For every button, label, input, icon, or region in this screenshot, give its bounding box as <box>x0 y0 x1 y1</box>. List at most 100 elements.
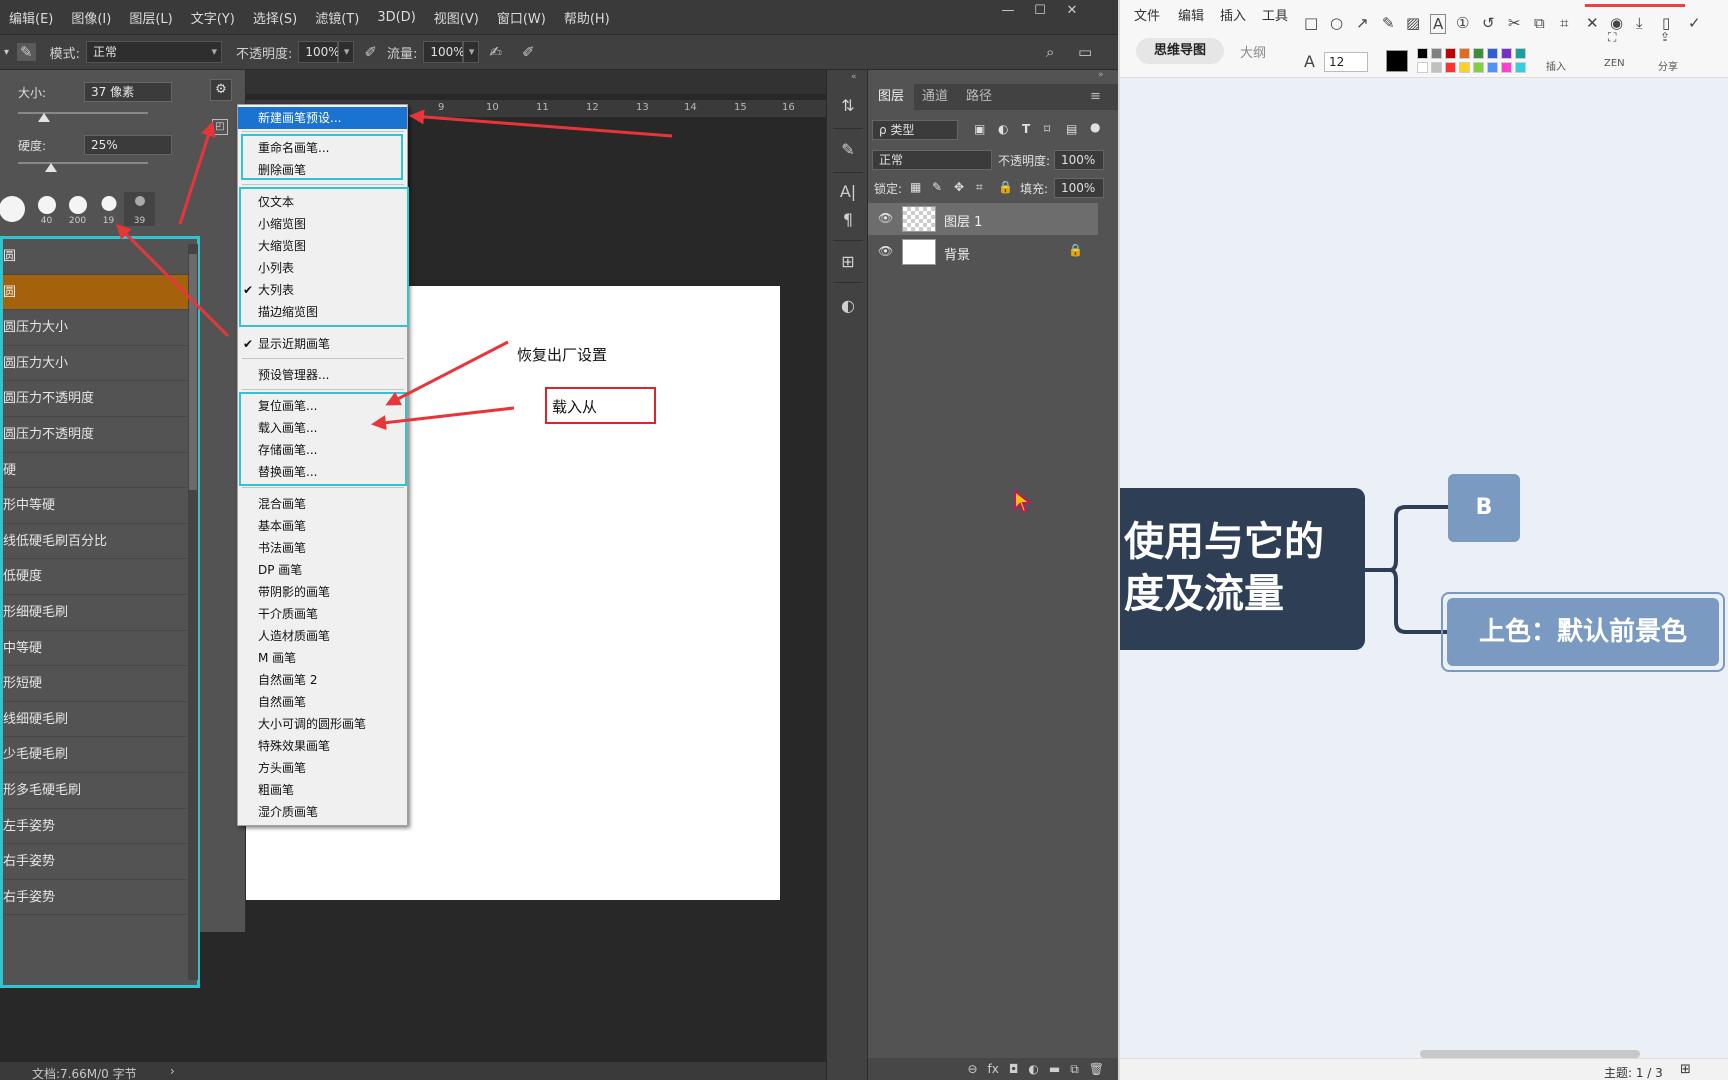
pressure-size-icon[interactable]: ✐ <box>522 43 535 61</box>
menu-library-item[interactable]: 粗画笔 <box>238 779 407 801</box>
menu-view[interactable]: 视图(V) <box>425 8 488 27</box>
brush-item[interactable]: 右手姿势 <box>3 880 197 916</box>
brush-thumb[interactable]: 19 <box>93 192 124 226</box>
filter-adjust-icon[interactable]: ◐ <box>998 122 1008 136</box>
group-icon[interactable]: ▬ <box>1049 1062 1060 1076</box>
menu-library-item[interactable]: 方头画笔 <box>238 757 407 779</box>
trash-icon[interactable]: 🗑 <box>1089 1062 1104 1076</box>
size-input[interactable]: 37 像素 <box>84 82 172 102</box>
tab-layers[interactable]: 图层 <box>868 84 915 110</box>
menu-edit[interactable]: 编辑(E) <box>0 8 62 27</box>
maximize-button[interactable]: ☐ <box>1024 0 1056 22</box>
filter-pixel-icon[interactable]: ▣ <box>974 122 985 136</box>
brush-thumb[interactable]: 200 <box>62 192 93 226</box>
flow-input[interactable]: 100% <box>423 41 465 63</box>
brush-item[interactable]: 低硬度 <box>3 559 197 595</box>
new-layer-icon[interactable]: ⧉ <box>1070 1062 1079 1077</box>
lock-all-icon[interactable]: 🔒 <box>998 180 1013 194</box>
opacity-input[interactable]: 100% <box>298 41 340 63</box>
mask-icon[interactable]: ◘ <box>1009 1062 1019 1076</box>
filter-smart-icon[interactable]: ▤ <box>1066 122 1077 136</box>
menu-library-item[interactable]: 带阴影的画笔 <box>238 581 407 603</box>
menu-library-item[interactable]: 干介质画笔 <box>238 603 407 625</box>
airbrush-icon[interactable]: ✍ <box>489 43 502 61</box>
brush-item[interactable]: 圆 <box>3 239 197 275</box>
brush-item[interactable]: 硬 <box>3 453 197 489</box>
lock-position-icon[interactable]: ✥ <box>954 180 964 194</box>
hardness-slider-thumb[interactable] <box>44 163 57 172</box>
menu-library-item[interactable]: 自然画笔 2 <box>238 669 407 691</box>
menu-window[interactable]: 窗口(W) <box>488 8 555 27</box>
menu-library-item[interactable]: 湿介质画笔 <box>238 801 407 823</box>
brush-thumb[interactable] <box>0 192 31 226</box>
tab-channels[interactable]: 通道 <box>912 84 958 110</box>
layer-row[interactable]: 👁 图层 1 <box>868 203 1098 235</box>
brush-item[interactable]: 左手姿势 <box>3 809 197 845</box>
status-chevron-icon[interactable]: › <box>170 1064 175 1078</box>
menu-filter[interactable]: 滤镜(T) <box>306 8 368 27</box>
menu-library-item[interactable]: 特殊效果画笔 <box>238 735 407 757</box>
filter-type-icon[interactable]: T <box>1022 122 1030 136</box>
menu-library-item[interactable]: 混合画笔 <box>238 493 407 515</box>
brush-item-selected[interactable]: 圆 <box>3 274 197 311</box>
brush-preset-icon[interactable]: ✎ <box>17 43 36 61</box>
brush-thumb[interactable]: 40 <box>31 192 62 226</box>
brush-settings-icon[interactable]: ✎ <box>837 140 859 159</box>
lock-transparent-icon[interactable]: ▦ <box>910 180 921 194</box>
menu-new-brush-preset[interactable]: 新建画笔预设... <box>238 107 407 129</box>
brush-item[interactable]: 线细硬毛刷 <box>3 702 197 738</box>
paragraph-icon[interactable]: ¶ <box>837 210 859 229</box>
brush-thumb[interactable]: 39 <box>124 192 155 226</box>
blend-mode-select[interactable]: 正常 <box>872 150 992 170</box>
menu-help[interactable]: 帮助(H) <box>555 8 619 27</box>
brush-item[interactable]: 形短硬 <box>3 666 197 702</box>
collapse-icon[interactable]: » <box>1098 70 1104 80</box>
brush-item[interactable]: 形多毛硬毛刷 <box>3 773 197 809</box>
tab-paths[interactable]: 路径 <box>956 84 1002 110</box>
history-icon[interactable]: ⇅ <box>837 96 859 115</box>
new-preset-icon[interactable]: ◰ <box>212 119 228 135</box>
brush-item[interactable]: 圆压力大小 <box>3 310 197 346</box>
brush-item[interactable]: 形中等硬 <box>3 488 197 524</box>
brush-list-scroll-thumb[interactable] <box>189 254 197 490</box>
map-view-icon[interactable]: ⊞ <box>1680 1062 1691 1077</box>
lock-pixels-icon[interactable]: ✎ <box>932 180 942 194</box>
collapse-icon[interactable]: « <box>851 72 857 82</box>
menu-show-recent-brushes[interactable]: ✔ 显示近期画笔 <box>238 333 407 355</box>
flow-dropdown[interactable] <box>463 41 480 63</box>
menu-library-item[interactable]: M 画笔 <box>238 647 407 669</box>
opacity-dropdown[interactable] <box>338 41 355 63</box>
horizontal-scrollbar[interactable] <box>1420 1050 1640 1058</box>
minimize-button[interactable]: — <box>992 0 1024 22</box>
menu-3d[interactable]: 3D(D) <box>368 10 424 25</box>
brush-item[interactable]: 线低硬毛刷百分比 <box>3 524 197 560</box>
filter-shape-icon[interactable]: ⌑ <box>1044 122 1050 136</box>
fx-icon[interactable]: fx <box>988 1062 999 1076</box>
brush-item[interactable]: 右手姿势 <box>3 844 197 880</box>
menu-library-item[interactable]: 自然画笔 <box>238 691 407 713</box>
menu-library-item[interactable]: 人造材质画笔 <box>238 625 407 647</box>
brush-item[interactable]: 形细硬毛刷 <box>3 595 197 631</box>
layer-opacity-input[interactable]: 100% <box>1054 150 1104 170</box>
search-icon[interactable]: ⌕ <box>1046 43 1054 61</box>
fill-input[interactable]: 100% <box>1054 178 1104 198</box>
adjustments-icon[interactable]: ◐ <box>837 296 859 315</box>
eye-icon[interactable]: 👁 <box>878 211 893 225</box>
menu-preset-manager[interactable]: 预设管理器... <box>238 364 407 386</box>
menu-select[interactable]: 选择(S) <box>244 8 306 27</box>
menu-type[interactable]: 文字(Y) <box>182 8 244 27</box>
character-icon[interactable]: A| <box>837 182 859 201</box>
mode-select[interactable]: 正常 <box>86 41 222 63</box>
eye-icon[interactable]: 👁 <box>878 244 893 258</box>
properties-icon[interactable]: ⊞ <box>837 252 859 271</box>
gear-icon[interactable]: ⚙ <box>210 79 232 101</box>
topic-coloring[interactable]: 上色：默认前景色 <box>1447 598 1719 666</box>
menu-image[interactable]: 图像(I) <box>62 8 120 27</box>
hardness-slider-track[interactable] <box>18 162 148 164</box>
brush-item[interactable]: 圆压力不透明度 <box>3 417 197 453</box>
link-layers-icon[interactable]: ⊖ <box>967 1062 977 1076</box>
brush-item[interactable]: 圆压力不透明度 <box>3 381 197 417</box>
layer-filter-select[interactable]: ρ 类型 <box>872 120 958 140</box>
menu-library-item[interactable]: 书法画笔 <box>238 537 407 559</box>
workspace-icon[interactable]: ▭ <box>1078 43 1092 61</box>
